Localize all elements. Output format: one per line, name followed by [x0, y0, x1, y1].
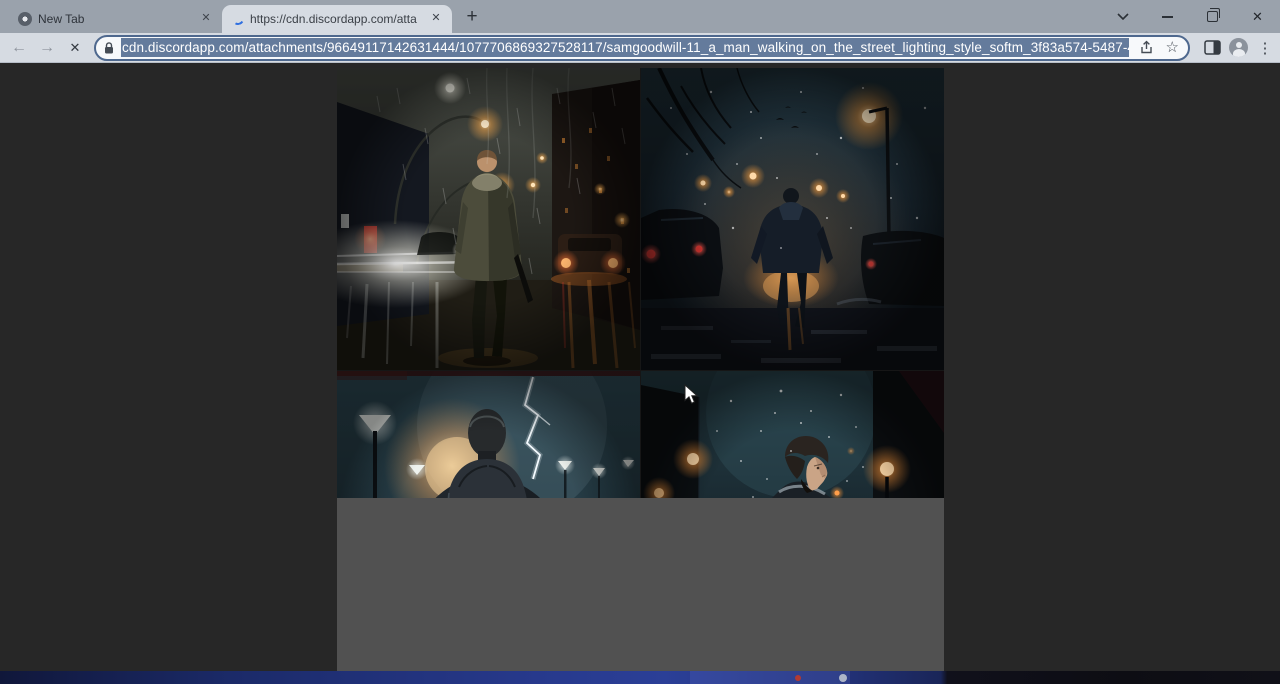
taskbar-highlight — [690, 671, 850, 684]
address-bar[interactable]: cdn.discordapp.com/attachments/966491171… — [94, 35, 1190, 61]
restore-button[interactable] — [1190, 0, 1235, 33]
notification-dot-icon — [795, 675, 801, 681]
window-controls: ✕ — [1100, 0, 1280, 33]
page-content — [0, 63, 1280, 671]
back-button[interactable]: ← — [6, 35, 32, 61]
tab-search-chevron-icon[interactable] — [1100, 0, 1145, 33]
loading-spinner-icon — [231, 12, 246, 27]
omnibox-actions: ☆ — [1139, 40, 1179, 55]
lock-icon[interactable] — [103, 41, 115, 55]
image-quadrant-rainy-street — [337, 68, 640, 370]
forward-button[interactable]: → — [34, 35, 60, 61]
toolbar-right: ⋮ — [1204, 38, 1274, 57]
mouse-cursor — [684, 384, 699, 410]
tab-title: https://cdn.discordapp.com/atta — [250, 12, 422, 26]
taskbar-dot-icon — [839, 674, 847, 682]
side-panel-icon[interactable] — [1204, 40, 1221, 55]
share-icon[interactable] — [1139, 40, 1154, 55]
url-text-selected[interactable]: cdn.discordapp.com/attachments/966491171… — [121, 38, 1129, 57]
bookmark-star-icon[interactable]: ☆ — [1166, 40, 1179, 55]
minimize-button[interactable] — [1145, 0, 1190, 33]
taskbar-strip — [0, 671, 1280, 684]
image-loading-placeholder — [337, 498, 944, 671]
close-window-button[interactable]: ✕ — [1235, 0, 1280, 33]
image-grid — [337, 68, 944, 498]
tab-title: New Tab — [38, 12, 192, 26]
new-tab-button[interactable]: + — [458, 3, 486, 31]
chrome-favicon-icon — [18, 12, 32, 26]
tab-strip: New Tab ✕ https://cdn.discordapp.com/att… — [0, 0, 1280, 33]
tab-close-icon[interactable]: ✕ — [198, 11, 214, 27]
profile-avatar[interactable] — [1229, 38, 1248, 57]
tab-new-tab[interactable]: New Tab ✕ — [8, 5, 222, 33]
menu-kebab-icon[interactable]: ⋮ — [1256, 39, 1274, 57]
tab-discord-cdn[interactable]: https://cdn.discordapp.com/atta ✕ — [222, 5, 452, 33]
tab-close-icon[interactable]: ✕ — [428, 11, 444, 27]
stop-loading-button[interactable]: ✕ — [62, 35, 88, 61]
image-stage[interactable] — [337, 63, 944, 671]
image-quadrant-snowy-street — [641, 68, 944, 370]
image-quadrant-hooded-man — [337, 371, 640, 498]
browser-toolbar: ← → ✕ cdn.discordapp.com/attachments/966… — [0, 33, 1280, 63]
